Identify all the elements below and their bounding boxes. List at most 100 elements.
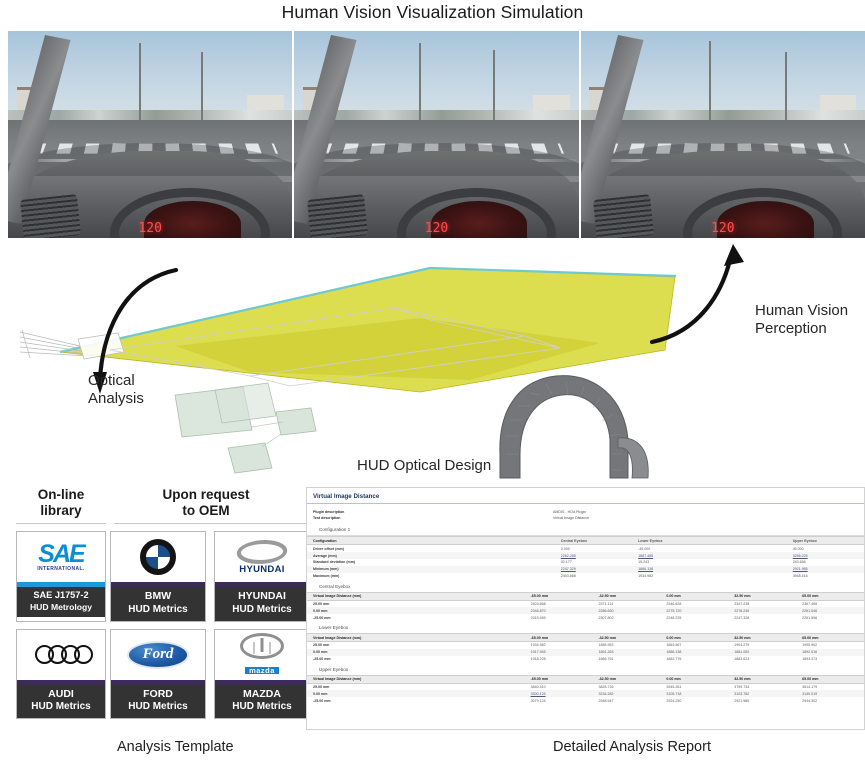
cell-value: 2262.285 xyxy=(560,553,576,558)
cell-value: 2286.630 xyxy=(598,608,614,613)
cell-value: 2261.046 xyxy=(802,608,818,613)
table-row: Maximum (mm) 2403.668 1934.982 3948.416 xyxy=(307,573,864,580)
cell-value: 2261.596 xyxy=(802,615,818,620)
col-x-minus32: -32.50 mm xyxy=(598,677,617,682)
table-header-row: Virtual Image Distance (mm) -65.00 mm -3… xyxy=(307,592,864,600)
template-card-sae[interactable]: SAE INTERNATIONAL. SAE J1757-2 HUD Metro… xyxy=(16,531,106,622)
light-pole xyxy=(493,49,496,120)
metadata-key: Plugin description xyxy=(313,510,345,515)
template-card-hyundai[interactable]: HYUNDAI HYUNDAI HUD Metrics xyxy=(214,531,310,622)
card-caption: AUDI HUD Metrics xyxy=(17,684,105,718)
cell-value: 3105.718 xyxy=(666,691,682,696)
row-label: Standard deviation (mm) xyxy=(313,560,356,565)
table-header-row: Virtual Image Distance (mm) -65.00 mm -3… xyxy=(307,633,864,642)
table-header-row: Virtual Image Distance (mm) -65.00 mm -3… xyxy=(307,675,864,683)
row-label: 0.00 mm xyxy=(313,608,328,613)
page-title: Human Vision Visualization Simulation xyxy=(281,2,584,22)
library-divider-rules xyxy=(16,523,306,525)
cell-value: 3759.734 xyxy=(734,684,750,689)
hyundai-logo-icon: HYUNDAI xyxy=(215,532,309,583)
analysis-template-library: On-line library Upon request to OEM SAE … xyxy=(16,487,310,719)
col-x-plus32: 32.50 mm xyxy=(734,594,751,599)
col-x-zero: 0.00 mm xyxy=(666,677,681,682)
cell-value: 3256.225 xyxy=(792,553,808,558)
row-label-header: Virtual Image Distance (mm) xyxy=(313,677,362,682)
table-row: 0.00 mm 1917.945 1891.263 1886.138 1881.… xyxy=(307,648,864,656)
template-card-bmw[interactable]: BMW HUD Metrics xyxy=(110,531,206,622)
table-header-row: Configuration Central Eyebox Lower Eyebo… xyxy=(307,536,864,545)
metadata-key: Test description xyxy=(313,516,341,521)
row-label: Minimum (mm) xyxy=(313,567,339,572)
divider-oem xyxy=(114,523,306,525)
dashcam-view-2: ▲ ● △ 120 xyxy=(294,31,579,238)
row-label: 25.00 mm xyxy=(313,643,330,648)
col-upper-eyebox: Upper Eyebox xyxy=(792,538,817,543)
cell-value: 2346.870 xyxy=(530,608,546,613)
card-caption-l2: HUD Metrology xyxy=(29,602,93,613)
card-caption-l2: HUD Metrics xyxy=(128,603,188,615)
cell-value: 2307.802 xyxy=(598,615,614,620)
heading-oem-l1: Upon request xyxy=(162,487,250,502)
row-label: 0.00 mm xyxy=(313,691,328,696)
row-label: -25.00 mm xyxy=(313,657,331,662)
section-label-central-eyebox: Central Eyebox xyxy=(307,579,864,592)
cell-value: 1904.279 xyxy=(734,643,750,648)
slide-root: Human Vision Visualization Simulation ▲ … xyxy=(0,0,865,763)
hyundai-emblem xyxy=(234,540,290,565)
col-x-plus65: 65.00 mm xyxy=(802,594,819,599)
col-x-plus32: 32.50 mm xyxy=(734,635,751,640)
col-lower-eyebox: Lower Eyebox xyxy=(638,538,663,543)
cell-value: 1917.945 xyxy=(530,650,546,655)
col-x-minus65: -65.00 mm xyxy=(530,635,549,640)
card-caption-l1: MAZDA xyxy=(243,687,281,700)
air-vent xyxy=(306,193,368,238)
col-x-zero: 0.00 mm xyxy=(666,594,681,599)
col-central-eyebox: Central Eyebox xyxy=(560,538,587,543)
card-caption: FORD HUD Metrics xyxy=(111,684,205,718)
hud-optical-design-label: HUD Optical Design xyxy=(357,457,492,474)
light-pole xyxy=(201,51,204,120)
template-card-mazda[interactable]: mazda MAZDA HUD Metrics xyxy=(214,628,310,719)
table-row: -25.00 mm 2315.459 2307.802 2248.225 224… xyxy=(307,614,864,621)
card-caption-l1: AUDI xyxy=(48,687,74,700)
cell-value: 2944.302 xyxy=(802,698,818,703)
caption-detailed-analysis-report: Detailed Analysis Report xyxy=(553,739,711,755)
cell-value: 2367.498 xyxy=(802,601,818,606)
col-x-minus65: -65.00 mm xyxy=(530,594,549,599)
col-x-minus65: -65.00 mm xyxy=(530,677,549,682)
template-card-ford[interactable]: Ford FORD HUD Metrics xyxy=(110,628,206,719)
cell-value: 3079.124 xyxy=(530,698,546,703)
table-row: Minimum (mm) 2247.329 1866.138 2921.985 xyxy=(307,565,864,573)
section-label-upper-eyebox: Upper Eyebox xyxy=(307,662,864,675)
template-card-audi[interactable]: AUDI HUD Metrics xyxy=(16,628,106,719)
card-caption: SAE J1757-2 HUD Metrology xyxy=(17,587,105,618)
dashcam-view-1: ▲ ● △ 120 xyxy=(8,31,293,238)
table-row: 0.00 mm 2346.870 2286.630 2275.720 2276.… xyxy=(307,607,864,615)
col-configuration: Configuration xyxy=(313,538,337,543)
cell-value: 2921.985 xyxy=(734,698,750,703)
table-row: 25.00 mm 3840.410 3828.726 3945.261 3759… xyxy=(307,683,864,690)
cell-value: 15.243 xyxy=(638,560,650,565)
row-label: 25.00 mm xyxy=(313,684,330,689)
upper-eyebox-table: Virtual Image Distance (mm) -65.00 mm -3… xyxy=(307,675,864,705)
air-vent xyxy=(592,193,654,238)
detailed-analysis-report[interactable]: Virtual Image Distance Plugin descriptio… xyxy=(306,487,865,730)
library-heading-online: On-line library xyxy=(16,487,106,523)
row-label: -25.00 mm xyxy=(313,698,331,703)
heading-online-l1: On-line xyxy=(37,487,85,502)
air-vent xyxy=(20,193,82,238)
table-row: Driver offset (mm) 0.000 -45.000 45.000 xyxy=(307,545,864,552)
cell-value: 1934.982 xyxy=(638,574,654,579)
card-caption: BMW HUD Metrics xyxy=(111,587,205,621)
human-vision-line2: Perception xyxy=(755,319,827,337)
bmw-logo-icon xyxy=(111,532,205,583)
table-row: Standard deviation (mm) 52.177 15.243 24… xyxy=(307,559,864,566)
col-x-plus32: 32.50 mm xyxy=(734,677,751,682)
audi-logo-icon xyxy=(17,629,105,680)
cell-value: 2315.459 xyxy=(530,615,546,620)
light-pole xyxy=(708,41,711,120)
human-vision-line1: Human Vision xyxy=(755,302,849,319)
col-x-zero: 0.00 mm xyxy=(666,635,681,640)
cell-value: 3234.282 xyxy=(598,691,614,696)
table-row: -25.00 mm 3079.124 2948.547 2924.250 292… xyxy=(307,697,864,704)
